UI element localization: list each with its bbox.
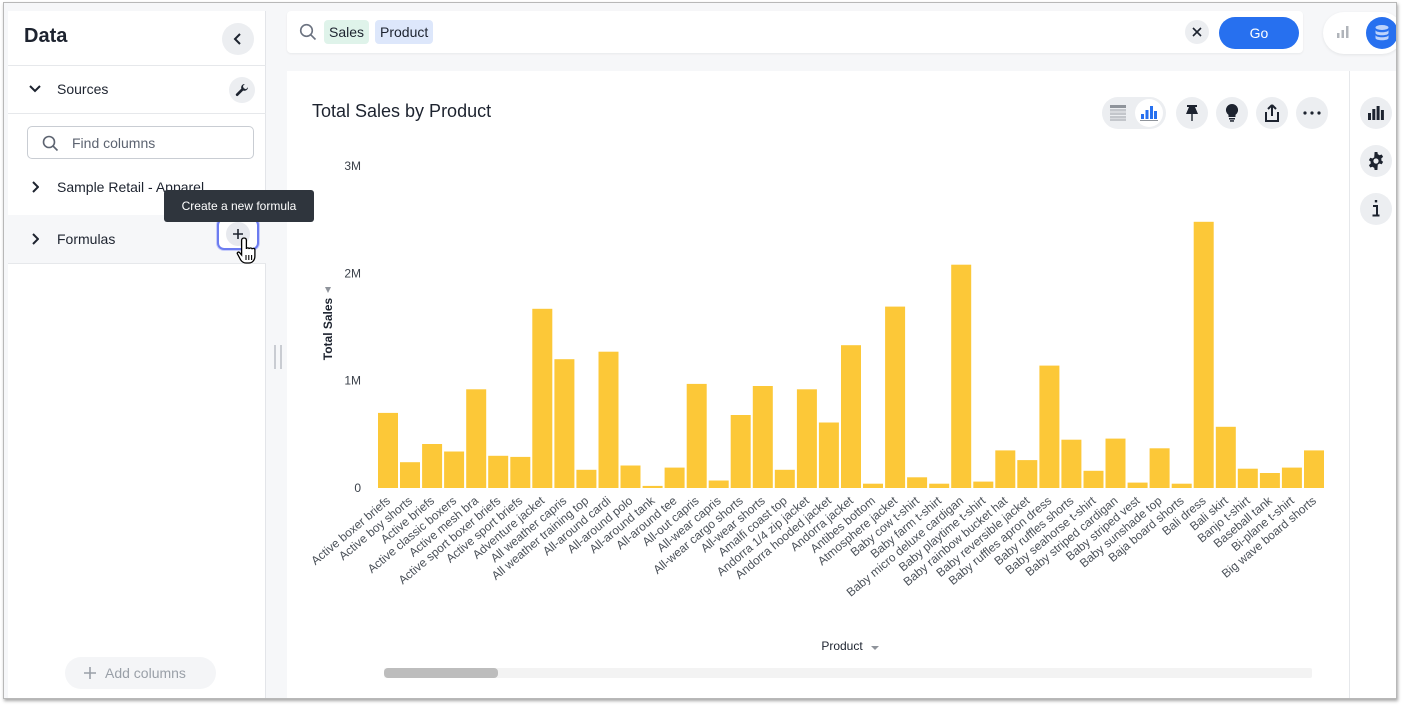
close-icon — [1192, 27, 1202, 37]
bar[interactable] — [664, 467, 685, 488]
create-formula-tooltip: Create a new formula — [164, 190, 314, 222]
bar[interactable] — [1193, 221, 1214, 489]
x-axis-title: Product — [821, 639, 863, 653]
bar[interactable] — [863, 483, 883, 488]
data-panel: Data Sources Find columns Sample Retail … — [8, 11, 266, 698]
right-rail — [1349, 71, 1396, 698]
app-window: Data Sources Find columns Sample Retail … — [3, 2, 1397, 699]
search-token-product[interactable]: Product — [375, 20, 434, 44]
database-icon — [1375, 25, 1389, 41]
bar[interactable] — [796, 389, 817, 488]
settings-button[interactable] — [1360, 145, 1392, 177]
scrollbar-thumb[interactable] — [384, 668, 498, 678]
chevron-right-icon — [28, 180, 42, 194]
collapse-panel-button[interactable] — [222, 23, 254, 55]
bar[interactable] — [841, 345, 861, 488]
bar-chart-icon — [1368, 106, 1384, 120]
x-axis-menu-icon — [871, 646, 879, 650]
bar-chart-icon[interactable] — [1335, 24, 1351, 40]
divider — [8, 113, 266, 114]
y-tick-label: 3M — [344, 159, 361, 173]
bar[interactable] — [951, 264, 972, 488]
y-axis-title: Total Sales — [321, 297, 335, 360]
bar[interactable] — [598, 351, 619, 488]
chart-config-button[interactable] — [1360, 97, 1392, 129]
chevron-down-icon — [28, 82, 42, 96]
bar[interactable] — [686, 383, 707, 488]
bar[interactable] — [1127, 482, 1148, 488]
bar[interactable] — [1304, 450, 1324, 488]
bar[interactable] — [1105, 438, 1126, 488]
bar[interactable] — [1259, 473, 1280, 488]
go-button[interactable]: Go — [1219, 17, 1299, 49]
chevron-right-icon — [28, 232, 42, 246]
chart-horizontal-scrollbar[interactable] — [384, 668, 1312, 678]
bar[interactable] — [885, 306, 906, 488]
bar[interactable] — [444, 451, 465, 489]
search-bar[interactable]: Sales Product Go — [287, 11, 1303, 53]
bar[interactable] — [907, 477, 928, 488]
bar[interactable] — [1281, 467, 1302, 488]
bar[interactable] — [1237, 468, 1258, 488]
find-columns-input[interactable]: Find columns — [27, 126, 254, 159]
bar[interactable] — [973, 481, 994, 488]
sources-section[interactable]: Sources — [8, 64, 266, 114]
hand-cursor-icon — [236, 237, 256, 264]
bar[interactable] — [1083, 470, 1104, 488]
bar-chart: 01M2M3MTotal SalesActive boxer briefsAct… — [308, 159, 1324, 653]
mode-switcher — [1323, 12, 1396, 54]
panel-resize-handle[interactable] — [274, 345, 282, 369]
bar[interactable] — [995, 450, 1016, 488]
divider — [8, 263, 266, 264]
bar[interactable] — [708, 480, 729, 489]
add-columns-label: Add columns — [105, 665, 186, 681]
bar[interactable] — [620, 465, 641, 489]
bar[interactable] — [730, 415, 751, 488]
answer-card: Total Sales by Product 0 1M 2M 3M Total Sale… — [287, 71, 1349, 698]
add-columns-button[interactable]: Add columns — [65, 657, 216, 689]
bar[interactable] — [774, 469, 795, 488]
chevron-left-icon — [233, 33, 241, 45]
bar[interactable] — [929, 483, 950, 488]
y-tick-label: 2M — [344, 266, 361, 280]
bar[interactable] — [1171, 483, 1192, 488]
y-tick-label: 0 — [354, 481, 361, 495]
gear-icon — [1368, 152, 1384, 170]
bar[interactable] — [1039, 365, 1060, 488]
bar[interactable] — [510, 456, 531, 488]
info-button[interactable] — [1360, 193, 1392, 225]
bar[interactable] — [1061, 439, 1082, 488]
bar[interactable] — [1215, 426, 1236, 488]
bar[interactable] — [532, 308, 553, 488]
info-icon — [1372, 200, 1380, 217]
search-token-sales[interactable]: Sales — [324, 20, 370, 44]
y-axis-menu-icon — [325, 287, 331, 293]
search-icon — [42, 135, 59, 152]
sources-label: Sources — [57, 81, 109, 97]
wrench-icon — [235, 84, 248, 96]
bar[interactable] — [752, 386, 773, 488]
bar[interactable] — [466, 389, 487, 488]
bar[interactable] — [378, 412, 398, 488]
bar[interactable] — [422, 444, 443, 488]
clear-search-button[interactable] — [1185, 20, 1209, 44]
bar[interactable] — [818, 422, 839, 489]
y-tick-label: 1M — [344, 374, 361, 388]
find-columns-placeholder: Find columns — [72, 134, 156, 151]
bar[interactable] — [554, 359, 575, 488]
data-panel-title: Data — [24, 25, 68, 47]
bar[interactable] — [488, 455, 509, 488]
bar[interactable] — [400, 462, 420, 488]
search-icon — [299, 23, 317, 41]
data-source-button[interactable] — [1366, 17, 1396, 49]
bar[interactable] — [576, 469, 597, 488]
bar[interactable] — [642, 485, 663, 488]
bar[interactable] — [1017, 460, 1038, 488]
bar[interactable] — [1149, 448, 1170, 488]
formulas-label: Formulas — [57, 231, 116, 247]
plus-icon — [84, 667, 96, 679]
manage-sources-button[interactable] — [229, 77, 255, 103]
